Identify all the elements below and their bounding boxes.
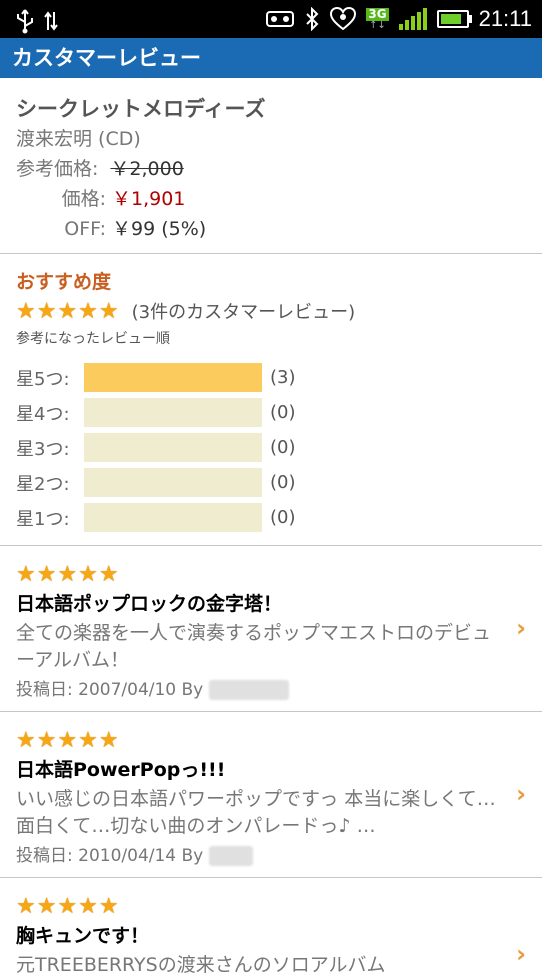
reviewer-name-redacted: [209, 846, 254, 866]
histogram-label: 星1つ:: [16, 508, 70, 530]
chevron-right-icon: ›: [516, 940, 526, 968]
histogram-row-1[interactable]: 星1つ: (0): [16, 500, 526, 535]
histogram-label: 星4つ:: [16, 403, 70, 425]
battery-icon: [436, 4, 472, 34]
heart-app-icon: [330, 4, 357, 34]
chevron-right-icon: ›: [516, 614, 526, 642]
histogram-row-4[interactable]: 星4つ: (0): [16, 395, 526, 430]
product-info: シークレットメロディーズ 渡来宏明 (CD) 参考価格: ￥2,000 価格: …: [0, 78, 542, 254]
overall-star-rating: ★★★★★: [16, 298, 120, 324]
network-3g-icon: 3G ↑↓: [366, 6, 389, 31]
histogram-bar-track: [84, 433, 262, 462]
chevron-right-icon: ›: [516, 780, 526, 808]
histogram-label: 星2つ:: [16, 473, 70, 495]
data-transfer-icon: [44, 6, 58, 36]
price-row: 価格: ￥1,901: [16, 184, 526, 214]
histogram-bar-track: [84, 363, 262, 392]
histogram-bar-track: [84, 468, 262, 497]
histogram-count: (3): [270, 367, 296, 388]
voicemail-icon: [266, 4, 295, 34]
overall-stars-line: ★★★★★ (3件のカスタマーレビュー): [16, 296, 526, 326]
review-count: (3件のカスタマーレビュー): [131, 302, 356, 323]
rating-summary: おすすめ度 ★★★★★ (3件のカスタマーレビュー) 参考になったレビュー順 星…: [0, 254, 542, 546]
histogram-bar-track: [84, 398, 262, 427]
review-title: 日本語ポップロックの金字塔！: [16, 593, 283, 615]
price-label: 価格:: [61, 188, 106, 210]
discount-value: ￥99 (5%): [112, 218, 207, 240]
histogram-count: (0): [270, 402, 296, 423]
review-date: 投稿日: 2007/04/10 By: [16, 680, 204, 700]
histogram-row-2[interactable]: 星2つ: (0): [16, 465, 526, 500]
histogram-row-3[interactable]: 星3つ: (0): [16, 430, 526, 465]
histogram-count: (0): [270, 472, 296, 493]
review-meta: 投稿日: 2007/04/10 By: [16, 674, 526, 706]
review-item[interactable]: ★★★★★ 日本語ポップロックの金字塔！ 全ての楽器を一人で演奏するポップマエス…: [0, 546, 542, 712]
review-star-rating: ★★★★★: [16, 728, 120, 753]
status-bar: 3G ↑↓ 21:11: [0, 0, 542, 38]
sort-order-label: 参考になったレビュー順: [16, 331, 170, 347]
review-item[interactable]: ★★★★★ 胸キュンです！ 元TREEBERRYSの渡来さんのソロアルバム ›: [0, 878, 542, 974]
review-excerpt: 元TREEBERRYSの渡来さんのソロアルバム: [16, 954, 386, 974]
rating-heading: おすすめ度: [16, 271, 112, 293]
review-excerpt: いい感じの日本語パワーポップですっ 本当に楽しくて…面白くて…切ない曲のオンパレ…: [16, 788, 496, 837]
review-date: 投稿日: 2010/04/14 By: [16, 846, 204, 866]
usb-icon: [14, 6, 36, 36]
histogram-bar-track: [84, 503, 262, 532]
histogram-label: 星3つ:: [16, 438, 70, 460]
histogram-count: (0): [270, 437, 296, 458]
reference-price: ￥2,000: [110, 158, 184, 180]
reviewer-name-redacted: [209, 680, 290, 700]
reference-price-label: 参考価格:: [16, 158, 99, 180]
reference-price-row: 参考価格: ￥2,000: [16, 154, 526, 184]
product-artist: 渡来宏明 (CD): [16, 128, 141, 150]
discount-label: OFF:: [64, 218, 106, 240]
histogram-count: (0): [270, 507, 296, 528]
review-star-rating: ★★★★★: [16, 562, 120, 587]
product-title: シークレットメロディーズ: [16, 97, 266, 121]
histogram-label: 星5つ:: [16, 368, 70, 390]
bluetooth-icon: [304, 4, 320, 34]
review-meta: 投稿日: 2010/04/14 By: [16, 840, 526, 872]
review-star-rating: ★★★★★: [16, 894, 120, 919]
review-title: 胸キュンです！: [16, 925, 150, 947]
clock: 21:11: [478, 6, 532, 31]
signal-strength-icon: [398, 4, 427, 34]
histogram-bar-fill: [84, 363, 262, 392]
review-title: 日本語PowerPopっ!!!: [16, 759, 226, 781]
histogram-row-5[interactable]: 星5つ: (3): [16, 360, 526, 395]
review-excerpt: 全ての楽器を一人で演奏するポップマエストロのデビューアルバム！: [16, 622, 492, 671]
discount-row: OFF: ￥99 (5%): [16, 214, 526, 244]
price-value: ￥1,901: [112, 188, 186, 210]
review-item[interactable]: ★★★★★ 日本語PowerPopっ!!! いい感じの日本語パワーポップですっ …: [0, 712, 542, 878]
title-bar: カスタマーレビュー: [0, 38, 542, 78]
